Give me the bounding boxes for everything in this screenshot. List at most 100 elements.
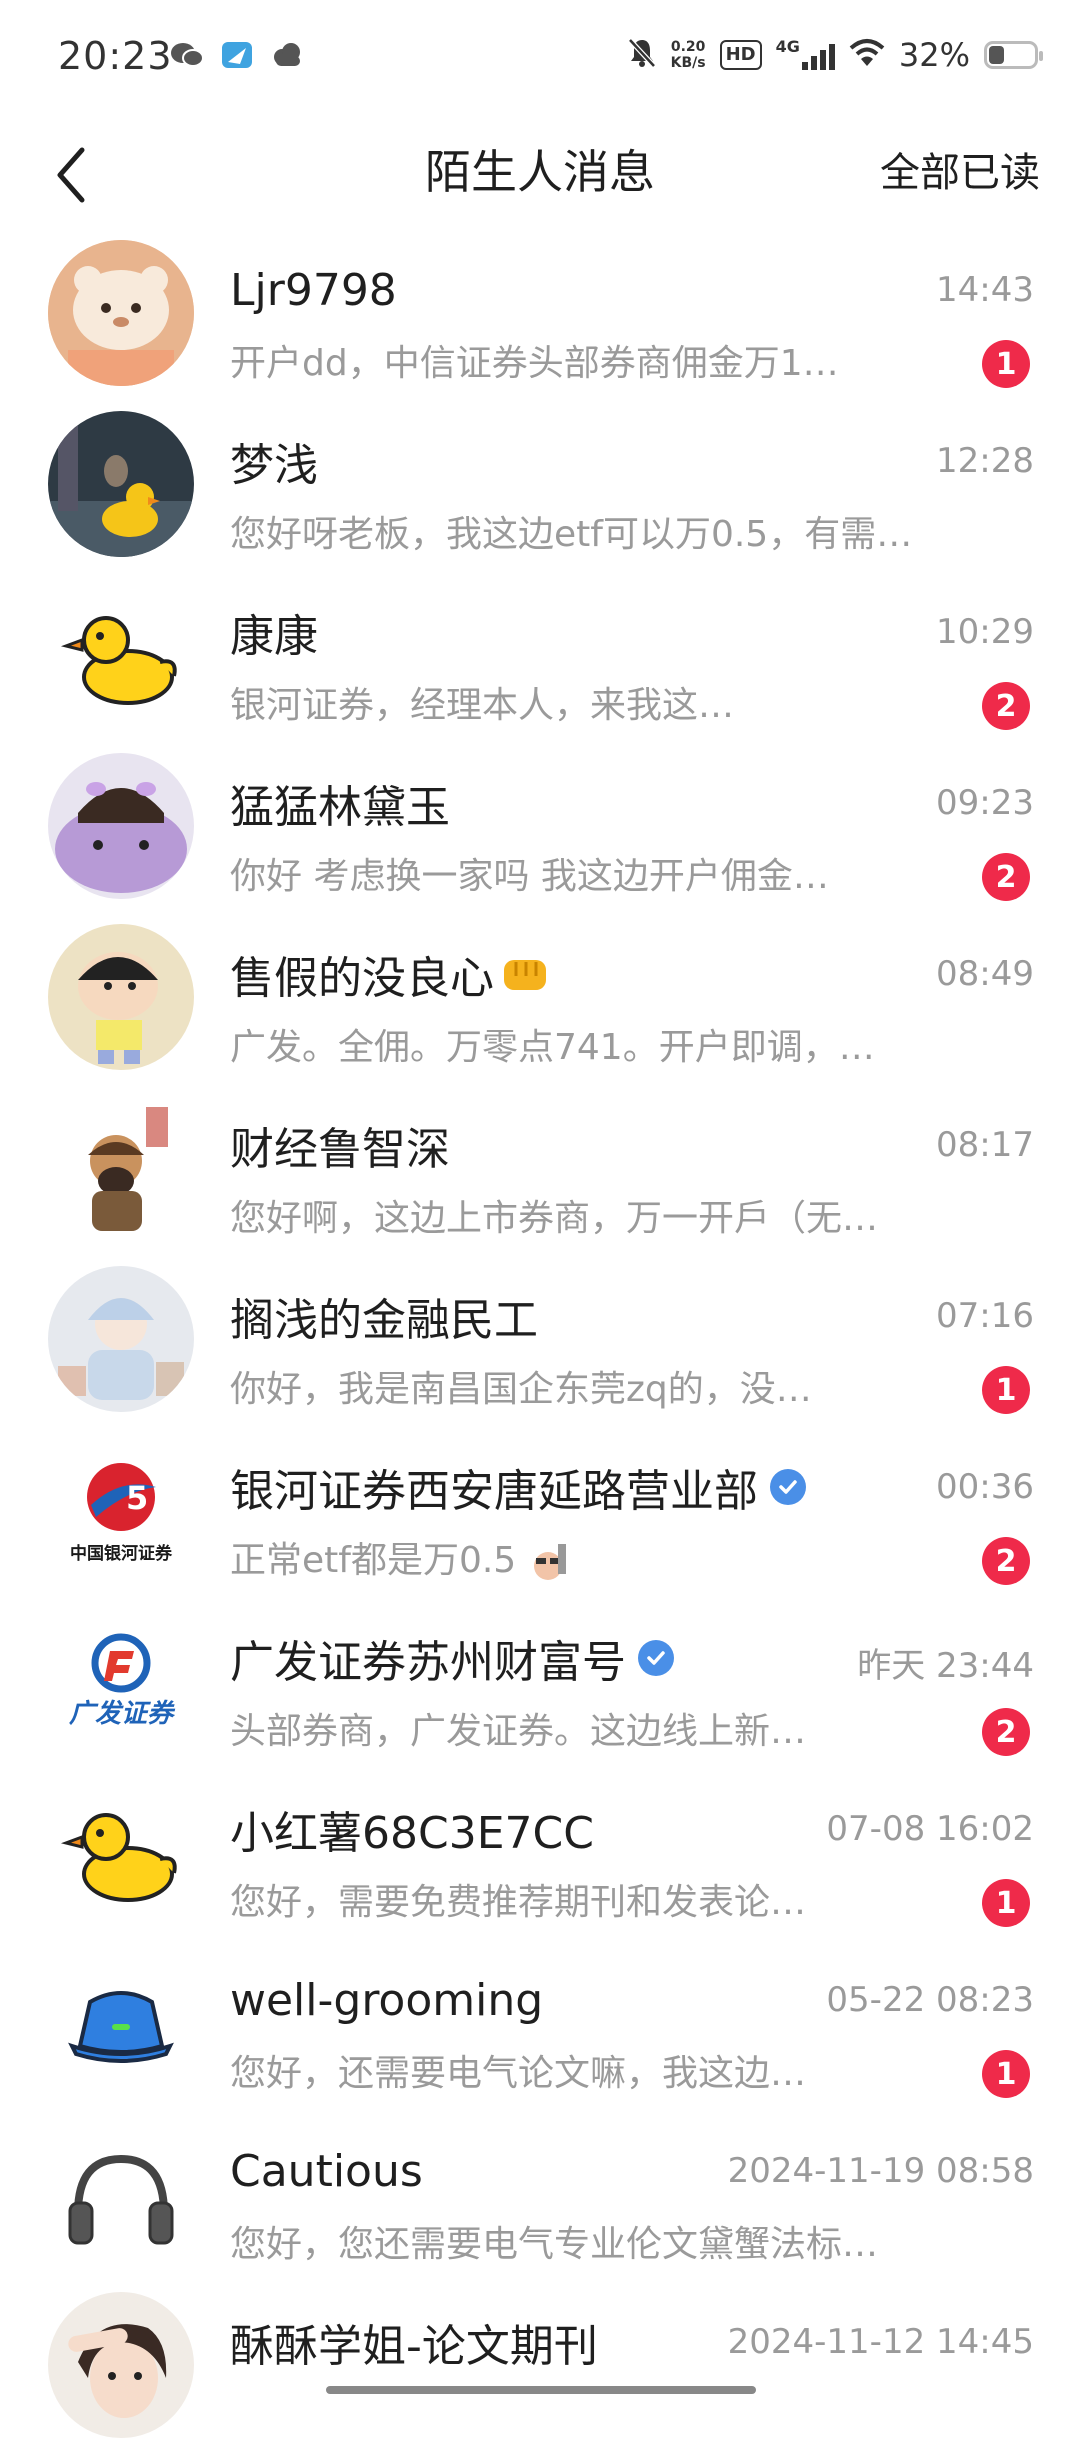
message-preview: 您好，还需要电气论文嘛，我这边… — [230, 2053, 807, 2094]
app-icon — [220, 40, 254, 70]
sender-name: 广发证券苏州财富号 — [230, 1637, 626, 1688]
avatar[interactable] — [48, 753, 194, 899]
sender-name: 银河证券西安唐延路营业部 — [230, 1466, 758, 1517]
sender-name: 售假的没良心 — [230, 953, 494, 1004]
message-item[interactable]: 广发证券 广发证券苏州财富号 昨天 23:44 头部券商，广发证券。这边线上新…… — [0, 1596, 1080, 1767]
signal-bars-icon — [801, 40, 835, 70]
status-notification-icons — [170, 40, 304, 70]
message-time: 05-22 08:23 — [826, 1980, 1034, 2020]
unread-badge: 1 — [982, 1879, 1030, 1927]
avatar[interactable] — [48, 582, 194, 728]
china-galaxy-securities-logo: 5 — [87, 1462, 156, 1531]
battery-percent: 32% — [898, 36, 970, 74]
verified-check-icon — [638, 1640, 674, 1676]
message-preview: 您好啊，这边上市券商，万一开戶（无… — [230, 1198, 879, 1239]
message-time: 09:23 — [936, 783, 1034, 823]
duck-icon — [60, 616, 177, 705]
message-list: Ljr9798 14:43 开户dd，中信证券头部券商佣金万1… 1 梦浅 12… — [0, 228, 1080, 2451]
sender-name: well-grooming — [230, 1974, 544, 2026]
logo-text: 广发证券 — [68, 1698, 173, 1729]
wechat-icon — [170, 40, 204, 70]
message-item[interactable]: 售假的没良心 08:49 广发。全佣。万零点741。开户即调，… — [0, 912, 1080, 1083]
name-row: 梦浅 — [230, 431, 1040, 491]
avatar[interactable] — [48, 2121, 194, 2267]
bucket-hat-icon — [68, 1991, 174, 2063]
mark-all-read-button[interactable]: 全部已读 — [880, 140, 1040, 198]
unread-badge: 2 — [982, 853, 1030, 901]
unread-badge: 2 — [982, 682, 1030, 730]
message-preview: 开户dd，中信证券头部券商佣金万1… — [230, 343, 839, 384]
name-row: 搁浅的金融民工 — [230, 1286, 1040, 1346]
avatar[interactable] — [48, 1095, 194, 1241]
duck-icon — [60, 1813, 177, 1902]
sender-name: Ljr9798 — [230, 264, 397, 316]
unread-badge: 1 — [982, 2050, 1030, 2098]
message-time: 07:16 — [936, 1296, 1034, 1336]
avatar[interactable] — [48, 1266, 194, 1412]
message-preview: 您好，需要免费推荐期刊和发表论… — [230, 1882, 807, 1923]
wifi-icon — [849, 38, 885, 72]
home-indicator[interactable] — [326, 2386, 756, 2394]
unread-badge: 2 — [982, 1708, 1030, 1756]
message-time: 08:49 — [936, 954, 1034, 994]
avatar[interactable] — [48, 1779, 194, 1925]
avatar[interactable] — [48, 240, 194, 386]
mute-bell-icon — [627, 37, 657, 73]
network-type: 4G — [775, 37, 800, 56]
verified-check-icon — [770, 1469, 806, 1505]
avatar[interactable]: 5 中国银河证券 — [48, 1437, 194, 1583]
message-time: 07-08 16:02 — [826, 1809, 1034, 1849]
message-preview: 正常etf都是万0.5 — [230, 1531, 950, 1583]
message-item[interactable]: 5 中国银河证券 银河证券西安唐延路营业部 00:36 正常etf都是万0.5 … — [0, 1425, 1080, 1596]
message-item[interactable]: Cautious 2024-11-19 08:58 您好，您还需要电气专业伦文黛… — [0, 2109, 1080, 2280]
message-preview: 头部券商，广发证券。这边线上新… — [230, 1711, 807, 1752]
message-time: 2024-11-19 08:58 — [727, 2151, 1034, 2191]
battery-icon — [984, 41, 1043, 69]
message-preview: 你好，我是南昌国企东莞zq的，没… — [230, 1369, 812, 1410]
message-preview: 您好，您还需要电气专业伦文黛蟹法标… — [230, 2224, 879, 2265]
name-row: 售假的没良心 — [230, 944, 1040, 1004]
sticker-emoji-icon — [533, 1544, 566, 1580]
message-item[interactable]: Ljr9798 14:43 开户dd，中信证券头部券商佣金万1… 1 — [0, 228, 1080, 399]
cloud-icon — [270, 40, 304, 70]
avatar[interactable] — [48, 411, 194, 557]
message-item[interactable]: 康康 10:29 银河证券，经理本人，来我这… 2 — [0, 570, 1080, 741]
headphones-icon — [68, 2154, 174, 2245]
sender-name: 猛猛林黛玉 — [230, 782, 450, 833]
name-row: 猛猛林黛玉 — [230, 773, 1040, 833]
sender-name: 小红薯68C3E7CC — [230, 1808, 594, 1859]
avatar[interactable] — [48, 924, 194, 1070]
message-item[interactable]: 酥酥学姐-论文期刊 2024-11-12 14:45 — [0, 2280, 1080, 2451]
net-speed: 0.20 KB/s — [671, 39, 706, 71]
status-bar: 20:23 0.20 KB/s HD 4G 32% — [0, 0, 1080, 120]
sender-name: Cautious — [230, 2145, 423, 2197]
avatar[interactable] — [48, 2292, 194, 2438]
avatar[interactable] — [48, 1950, 194, 2096]
avatar[interactable]: 广发证券 — [48, 1608, 194, 1754]
message-item[interactable]: 梦浅 12:28 您好呀老板，我这边etf可以万0.5，有需… — [0, 399, 1080, 570]
cellular-signal: 4G — [775, 37, 835, 70]
name-row: Ljr9798 — [230, 260, 1040, 320]
message-time: 08:17 — [936, 1125, 1034, 1165]
message-preview-text: 正常etf都是万0.5 — [230, 1540, 517, 1581]
message-item[interactable]: 小红薯68C3E7CC 07-08 16:02 您好，需要免费推荐期刊和发表论…… — [0, 1767, 1080, 1938]
unread-badge: 1 — [982, 1366, 1030, 1414]
message-item[interactable]: 猛猛林黛玉 09:23 你好 考虑换一家吗 我这边开户佣金… 2 — [0, 741, 1080, 912]
net-speed-unit: KB/s — [670, 55, 706, 71]
battery-fill — [989, 46, 1005, 64]
message-item[interactable]: well-grooming 05-22 08:23 您好，还需要电气论文嘛，我这… — [0, 1938, 1080, 2109]
name-row: 银河证券西安唐延路营业部 — [230, 1457, 1040, 1517]
message-preview: 银河证券，经理本人，来我这… — [230, 685, 735, 726]
gf-securities-logo — [91, 1633, 151, 1692]
logo-text: 中国银河证券 — [70, 1543, 172, 1564]
message-time: 00:36 — [936, 1467, 1034, 1507]
unread-badge: 1 — [982, 340, 1030, 388]
message-time: 2024-11-12 14:45 — [727, 2322, 1034, 2362]
net-speed-value: 0.20 — [670, 39, 706, 55]
sender-name: 康康 — [230, 611, 318, 662]
message-item[interactable]: 财经鲁智深 08:17 您好啊，这边上市券商，万一开戶（无… — [0, 1083, 1080, 1254]
message-item[interactable]: 搁浅的金融民工 07:16 你好，我是南昌国企东莞zq的，没… 1 — [0, 1254, 1080, 1425]
message-time: 10:29 — [936, 612, 1034, 652]
fist-emoji-icon — [504, 960, 546, 990]
message-preview: 广发。全佣。万零点741。开户即调，… — [230, 1027, 875, 1068]
